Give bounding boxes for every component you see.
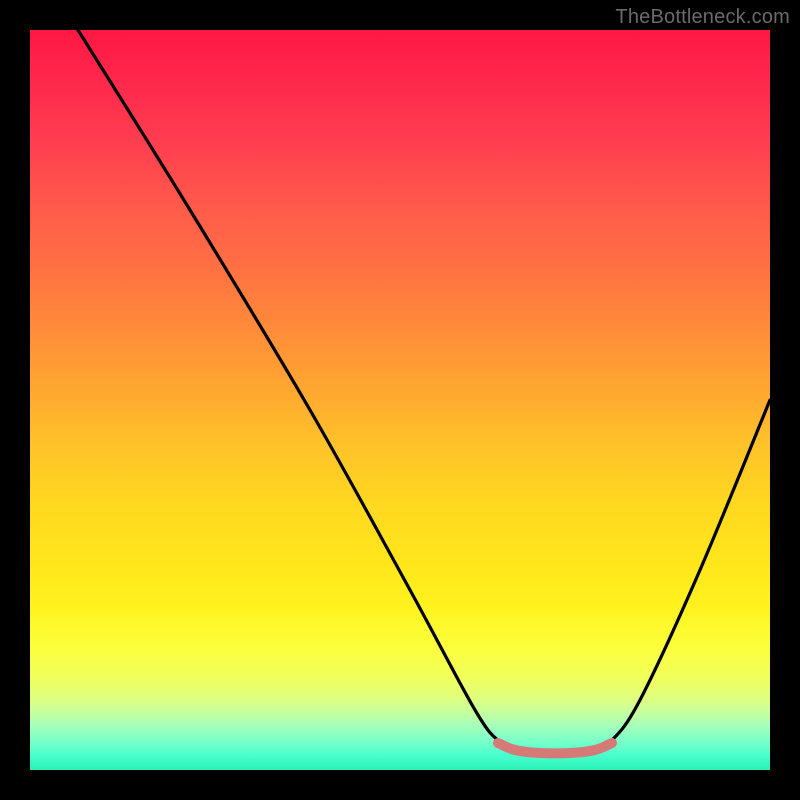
attribution-text: TheBottleneck.com [615,6,790,29]
valley-marker [498,743,612,753]
chart-frame: TheBottleneck.com [0,0,800,800]
plot-area [30,30,770,770]
chart-svg [30,30,770,770]
bottleneck-curve [78,30,770,752]
